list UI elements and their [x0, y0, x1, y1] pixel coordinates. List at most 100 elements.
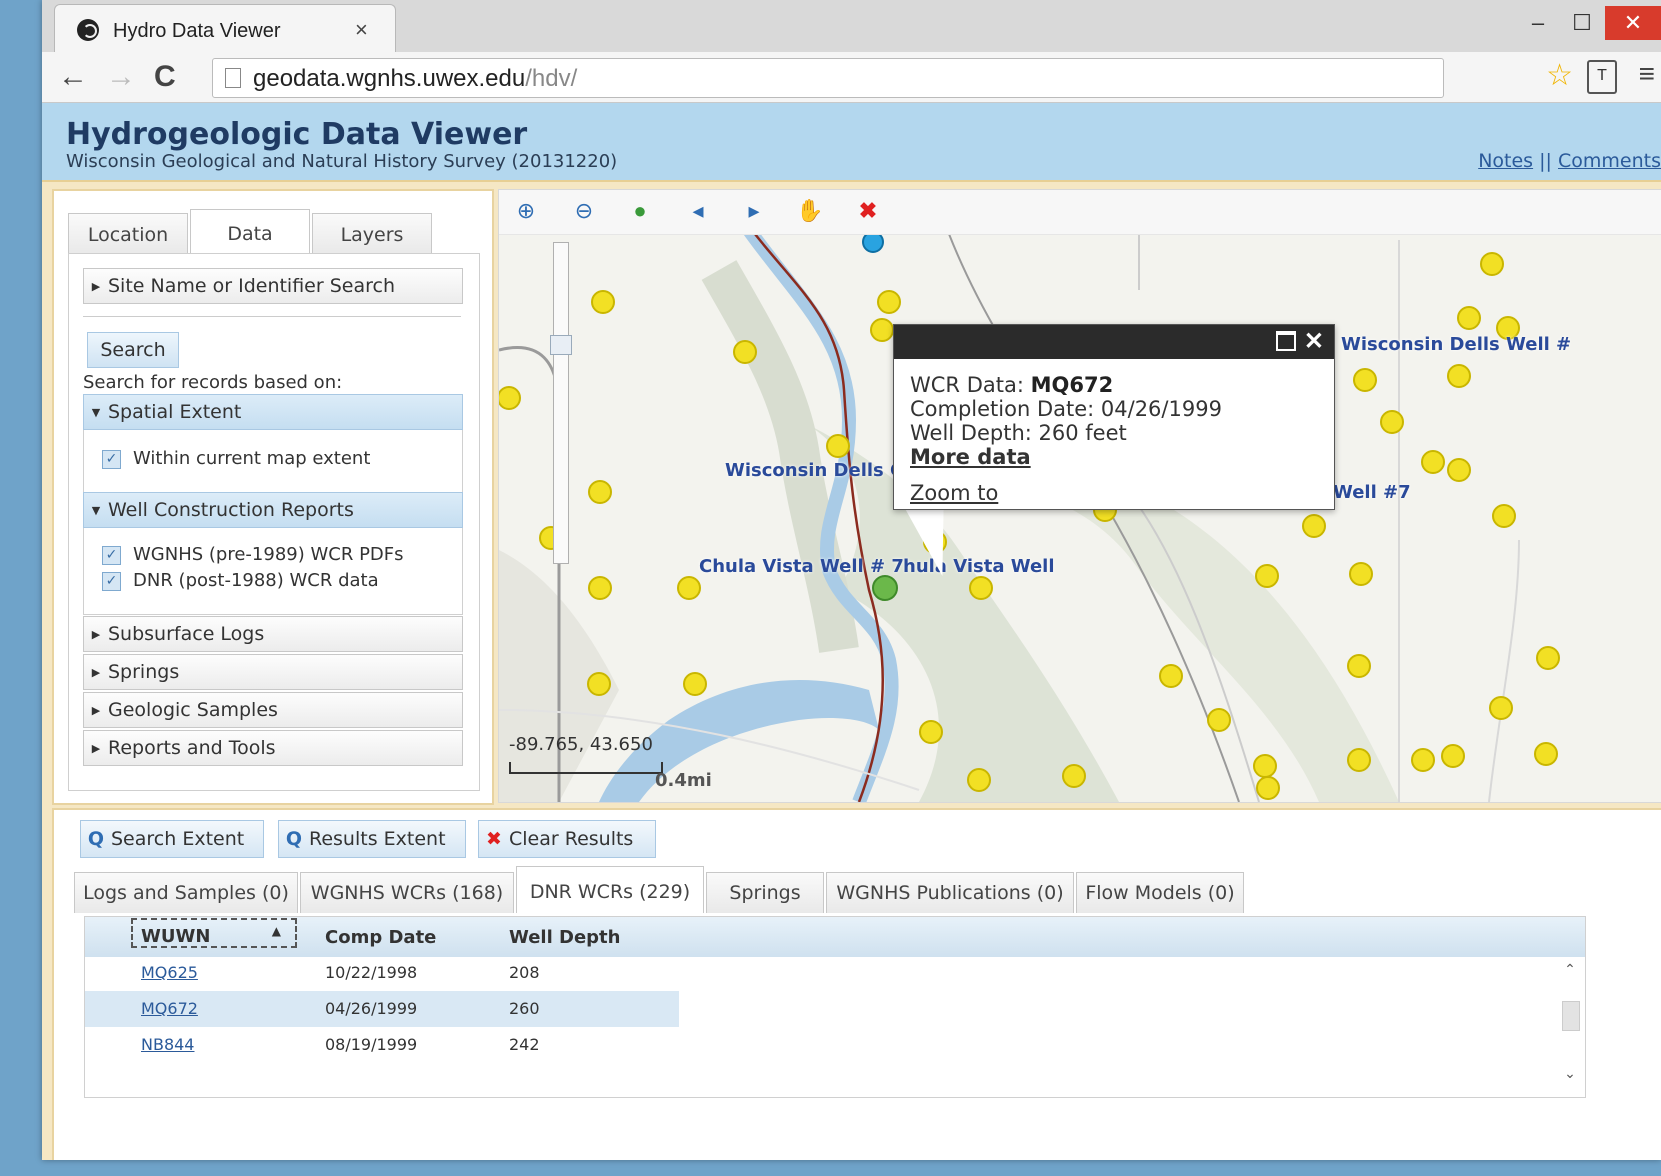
- scroll-thumb[interactable]: [1562, 1001, 1580, 1031]
- column-header-well-depth[interactable]: Well Depth: [509, 927, 620, 948]
- previous-extent-icon[interactable]: ◂: [683, 196, 713, 226]
- chrome-menu-icon[interactable]: ≡: [1639, 58, 1655, 90]
- scale-bar: [509, 762, 663, 774]
- map-toolbar: ⊕ ⊖ ● ◂ ▸ ✋ ✖: [499, 190, 1661, 235]
- within-extent-checkbox[interactable]: ✓ Within current map extent: [102, 448, 370, 469]
- close-window-button[interactable]: ✕: [1605, 6, 1661, 40]
- dnr-data-checkbox[interactable]: ✓ DNR (post-1988) WCR data: [102, 570, 379, 591]
- bookmark-star-icon[interactable]: ☆: [1546, 58, 1573, 93]
- magnifier-icon: Q: [285, 828, 303, 850]
- comp-date-cell: 08/19/1999: [325, 1035, 418, 1054]
- site-search-section[interactable]: ▶ Site Name or Identifier Search: [83, 268, 463, 304]
- comments-link[interactable]: Comments: [1558, 150, 1661, 172]
- spatial-extent-body: ✓ Within current map extent: [83, 430, 463, 493]
- url-field[interactable]: geodata.wgnhs.uwex.edu/hdv/: [212, 58, 1444, 98]
- notes-link[interactable]: Notes: [1478, 150, 1533, 172]
- minimize-button[interactable]: ‒: [1517, 6, 1559, 40]
- spatial-extent-section[interactable]: ▼ Spatial Extent: [83, 394, 463, 430]
- search-button[interactable]: Search: [87, 332, 179, 368]
- back-arrow-icon[interactable]: ←: [58, 60, 88, 94]
- reports-tools-section[interactable]: ▶ Reports and Tools: [83, 730, 463, 766]
- column-header-comp-date[interactable]: Comp Date: [325, 927, 436, 948]
- zoom-out-icon[interactable]: ⊖: [569, 196, 599, 226]
- browser-tab[interactable]: Hydro Data Viewer ×: [54, 4, 396, 53]
- wuwn-link[interactable]: NB844: [141, 1035, 194, 1054]
- results-grid: WUWN ▲ Comp Date Well Depth MQ625 10/22/1…: [84, 916, 1586, 1098]
- next-extent-icon[interactable]: ▸: [739, 196, 769, 226]
- red-x-icon: ✖: [486, 828, 502, 850]
- wcr-section[interactable]: ▼ Well Construction Reports: [83, 492, 463, 528]
- tab-location[interactable]: Location: [68, 213, 188, 254]
- zoom-slider-handle[interactable]: [550, 335, 572, 355]
- column-header-wuwn[interactable]: WUWN ▲: [131, 918, 297, 948]
- data-tab-content: ▶ Site Name or Identifier Search Search S…: [68, 253, 480, 791]
- coordinate-readout: -89.765, 43.650: [509, 734, 653, 755]
- search-for-label: Search for records based on:: [83, 372, 343, 393]
- springs-section[interactable]: ▶ Springs: [83, 654, 463, 690]
- map-view[interactable]: ⊕ ⊖ ● ◂ ▸ ✋ ✖ Wisconsin Dells C Chula Vi…: [498, 189, 1661, 803]
- map-label-well-7: Well #7: [1333, 482, 1411, 503]
- pan-hand-icon[interactable]: ✋: [795, 196, 825, 226]
- well-info-popup: ✕ WCR Data: MQ672 Completion Date: 04/26…: [893, 324, 1335, 510]
- wgnhs-pdfs-checkbox[interactable]: ✓ WGNHS (pre-1989) WCR PDFs: [102, 544, 404, 565]
- expand-arrow-icon: ▶: [91, 741, 101, 755]
- comp-date-cell: 10/22/1998: [325, 963, 418, 982]
- maximize-button[interactable]: ☐: [1561, 6, 1603, 40]
- more-data-link[interactable]: More data: [910, 445, 1031, 469]
- table-row-selected[interactable]: MQ672 04/26/1999 260: [85, 991, 679, 1027]
- tab-dnr-wcrs[interactable]: DNR WCRs (229): [516, 866, 704, 913]
- tab-flow-models[interactable]: Flow Models (0): [1076, 872, 1244, 913]
- table-row[interactable]: NB844 08/19/1999 242: [85, 1027, 705, 1063]
- url-text: geodata.wgnhs.uwex.edu/hdv/: [253, 65, 578, 92]
- checkbox-icon: ✓: [102, 545, 121, 565]
- tab-title: Hydro Data Viewer: [113, 20, 281, 42]
- left-panel: Location Data Layers ▶ Site Name or Ident…: [52, 189, 494, 805]
- popup-completion-date: Completion Date: 04/26/1999: [910, 397, 1222, 421]
- tab-wgnhs-wcrs[interactable]: WGNHS WCRs (168): [300, 872, 514, 913]
- results-extent-button[interactable]: Q Results Extent: [278, 820, 466, 858]
- tab-wgnhs-publications[interactable]: WGNHS Publications (0): [826, 872, 1074, 913]
- map-label-wisconsin-dells: Wisconsin Dells C: [725, 460, 904, 481]
- link-separator: ||: [1539, 150, 1552, 172]
- tab-strip: Hydro Data Viewer × ‒ ☐ ✕: [42, 0, 1661, 53]
- wuwn-link[interactable]: MQ625: [141, 963, 198, 982]
- grid-header: WUWN ▲ Comp Date Well Depth: [85, 917, 1585, 957]
- tab-data[interactable]: Data: [190, 209, 310, 254]
- scroll-down-icon[interactable]: ⌄: [1559, 1065, 1581, 1082]
- search-extent-button[interactable]: Q Search Extent: [80, 820, 264, 858]
- header-links: Notes || Comments: [1478, 150, 1661, 172]
- subsurface-logs-section[interactable]: ▶ Subsurface Logs: [83, 616, 463, 652]
- popup-close-icon[interactable]: ✕: [1304, 327, 1324, 356]
- results-panel: Q Search Extent Q Results Extent ✖ Clear Re…: [52, 808, 1661, 1160]
- zoom-in-icon[interactable]: ⊕: [511, 196, 541, 226]
- checkbox-icon: ✓: [102, 449, 121, 469]
- full-extent-globe-icon[interactable]: ●: [625, 196, 655, 226]
- tab-springs[interactable]: Springs: [706, 872, 824, 913]
- tab-layers[interactable]: Layers: [312, 213, 432, 254]
- well-depth-cell: 242: [509, 1035, 540, 1054]
- table-row[interactable]: MQ625 10/22/1998 208: [85, 955, 705, 991]
- tab-logs-samples[interactable]: Logs and Samples (0): [74, 872, 298, 913]
- page-icon: [225, 68, 241, 88]
- scroll-up-icon[interactable]: ⌃: [1559, 961, 1581, 978]
- well-depth-cell: 208: [509, 963, 540, 982]
- address-bar: ← → C geodata.wgnhs.uwex.edu/hdv/ ☆ T ≡: [42, 52, 1661, 103]
- clear-map-icon[interactable]: ✖: [853, 196, 883, 226]
- checkbox-icon: ✓: [102, 571, 121, 591]
- grid-scrollbar[interactable]: ⌃ ⌄: [1559, 961, 1581, 1091]
- collapse-arrow-icon: ▼: [91, 405, 101, 419]
- zoom-to-link[interactable]: Zoom to: [910, 481, 998, 505]
- forward-arrow-icon[interactable]: →: [106, 60, 136, 94]
- popup-maximize-icon[interactable]: [1276, 331, 1296, 351]
- collapse-arrow-icon: ▼: [91, 503, 101, 517]
- clear-results-button[interactable]: ✖ Clear Results: [478, 820, 656, 858]
- app-header: Hydrogeologic Data Viewer Wisconsin Geol…: [42, 103, 1661, 182]
- app-title: Hydrogeologic Data Viewer: [66, 117, 528, 152]
- map-label-chula-vista-7: Chula Vista Well # 7: [699, 556, 904, 577]
- extension-icon[interactable]: T: [1587, 60, 1617, 94]
- reload-icon[interactable]: C: [154, 60, 176, 94]
- tab-close-icon[interactable]: ×: [355, 17, 368, 43]
- wuwn-link[interactable]: MQ672: [141, 999, 198, 1018]
- zoom-slider[interactable]: [550, 242, 572, 564]
- geologic-samples-section[interactable]: ▶ Geologic Samples: [83, 692, 463, 728]
